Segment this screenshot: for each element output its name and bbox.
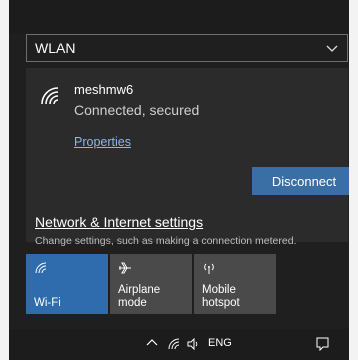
desktop-edge bbox=[349, 0, 358, 360]
network-settings-link[interactable]: Network & Internet settings bbox=[35, 214, 203, 230]
airplane-icon bbox=[119, 262, 131, 274]
taskbar: ENG bbox=[9, 329, 349, 360]
airplane-mode-tile[interactable]: Airplane mode bbox=[110, 254, 192, 314]
chevron-up-icon[interactable] bbox=[145, 336, 159, 350]
network-settings-description: Change settings, such as making a connec… bbox=[35, 235, 297, 247]
connection-status: Connected, secured bbox=[74, 102, 200, 118]
volume-icon[interactable] bbox=[186, 337, 200, 351]
wifi-icon bbox=[41, 87, 59, 105]
mobile-hotspot-tile[interactable]: Mobile hotspot bbox=[194, 254, 276, 314]
wifi-toggle-tile[interactable]: Wi-Fi bbox=[26, 254, 108, 314]
hotspot-tile-label: Mobile hotspot bbox=[202, 284, 240, 310]
airplane-tile-label: Airplane mode bbox=[118, 284, 161, 309]
language-indicator[interactable]: ENG bbox=[208, 337, 232, 349]
network-ssid: meshmw6 bbox=[74, 82, 134, 97]
chevron-down-icon bbox=[326, 45, 338, 52]
network-flyout: WLAN meshmw6 Connected, secured Properti… bbox=[9, 0, 356, 329]
action-center-icon[interactable] bbox=[315, 336, 330, 351]
adapter-label: WLAN bbox=[35, 40, 76, 56]
wifi-icon bbox=[35, 262, 47, 274]
hotspot-icon bbox=[204, 263, 214, 274]
hotspot-label-line2: hotspot bbox=[202, 297, 240, 309]
wifi-icon[interactable] bbox=[167, 337, 181, 351]
flyout-header bbox=[9, 0, 349, 34]
wifi-tile-label: Wi-Fi bbox=[34, 297, 61, 309]
properties-link[interactable]: Properties bbox=[74, 135, 131, 149]
disconnect-button[interactable]: Disconnect bbox=[252, 167, 356, 195]
network-adapter-dropdown[interactable]: WLAN bbox=[26, 34, 348, 62]
hotspot-label-line1: Mobile bbox=[202, 284, 236, 296]
